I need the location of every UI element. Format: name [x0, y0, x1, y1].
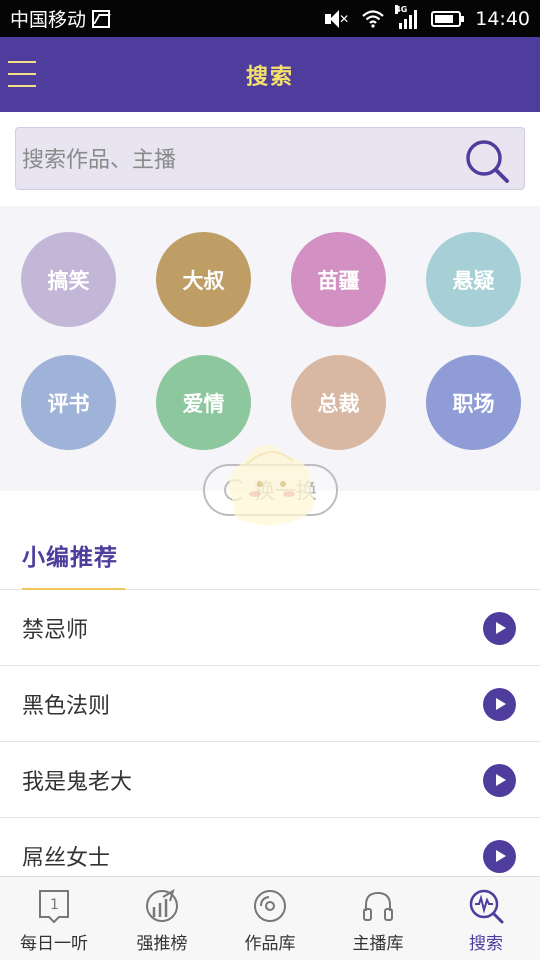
play-icon[interactable]: [483, 764, 516, 797]
refresh-label: 换一换: [254, 479, 317, 503]
category-button[interactable]: 悬疑: [426, 232, 521, 327]
category-button[interactable]: 苗疆: [291, 232, 386, 327]
item-title: 屌丝女士: [22, 845, 111, 871]
nav-library[interactable]: 作品库: [216, 877, 324, 960]
recommend-list: 禁忌师 黑色法则 我是鬼老大 屌丝女士: [0, 590, 540, 894]
category-button[interactable]: 爱情: [156, 355, 251, 450]
nav-anchors[interactable]: 主播库: [324, 877, 432, 960]
network-type: 4G: [395, 4, 408, 14]
menu-icon[interactable]: [8, 59, 38, 89]
list-item[interactable]: 黑色法则: [0, 666, 540, 742]
category-label: 爱情: [182, 391, 225, 416]
screenshot-icon: [92, 9, 111, 28]
carrier-group: 中国移动: [10, 5, 111, 32]
page-title: 搜索: [245, 64, 294, 90]
category-label: 搞笑: [47, 268, 90, 293]
nav-label: 每日一听: [20, 934, 88, 954]
signal-icon: 4G: [395, 4, 418, 29]
nav-label: 强推榜: [136, 934, 188, 954]
play-icon[interactable]: [483, 688, 516, 721]
category-label: 评书: [47, 391, 90, 416]
refresh-button[interactable]: 换一换: [203, 464, 338, 516]
status-bar: 中国移动 ✕ 4G 14:40: [0, 0, 540, 37]
search-wave-icon: [469, 889, 504, 924]
category-label: 总裁: [317, 391, 360, 416]
disc-icon: [254, 890, 286, 922]
item-title: 黑色法则: [22, 693, 111, 719]
category-label: 大叔: [182, 268, 225, 293]
nav-label: 主播库: [352, 934, 404, 954]
category-button[interactable]: 职场: [426, 355, 521, 450]
book-icon: 1: [39, 890, 69, 924]
category-button[interactable]: 搞笑: [21, 232, 116, 327]
category-button[interactable]: 总裁: [291, 355, 386, 450]
item-title: 禁忌师: [22, 617, 89, 643]
search-box[interactable]: [15, 127, 525, 190]
category-label: 苗疆: [317, 268, 360, 293]
status-icons: ✕ 4G 14:40: [325, 4, 530, 30]
play-icon[interactable]: [483, 840, 516, 873]
nav-label: 搜索: [469, 934, 503, 954]
svg-text:1: 1: [50, 897, 59, 913]
list-item[interactable]: 禁忌师: [0, 590, 540, 666]
clock: 14:40: [475, 7, 530, 30]
search-area: [0, 112, 540, 206]
headphone-icon: [363, 891, 393, 921]
bottom-nav: 1 每日一听 强推榜 作品库 主播库 搜索: [0, 876, 540, 960]
battery-icon: [431, 10, 465, 27]
list-item[interactable]: 我是鬼老大: [0, 742, 540, 818]
category-label: 职场: [452, 391, 495, 416]
nav-ranking[interactable]: 强推榜: [108, 877, 216, 960]
mute-icon: ✕: [325, 9, 349, 29]
category-grid: 搞笑 大叔 苗疆 悬疑 评书 爱情 总裁 职场 换一换: [0, 206, 540, 525]
category-button[interactable]: 评书: [21, 355, 116, 450]
app-header: 搜索: [0, 37, 540, 112]
chart-icon: [146, 888, 178, 922]
category-label: 悬疑: [452, 268, 495, 293]
carrier-name: 中国移动: [10, 9, 87, 31]
nav-search[interactable]: 搜索: [432, 877, 540, 960]
nav-daily[interactable]: 1 每日一听: [0, 877, 108, 960]
play-icon[interactable]: [483, 612, 516, 645]
refresh-icon: [224, 479, 246, 501]
nav-label: 作品库: [244, 934, 296, 954]
wifi-icon: [362, 9, 384, 28]
item-title: 我是鬼老大: [22, 769, 133, 795]
category-button[interactable]: 大叔: [156, 232, 251, 327]
search-icon[interactable]: [464, 138, 510, 184]
search-input[interactable]: [22, 142, 452, 178]
section-title: 小编推荐: [22, 545, 118, 571]
